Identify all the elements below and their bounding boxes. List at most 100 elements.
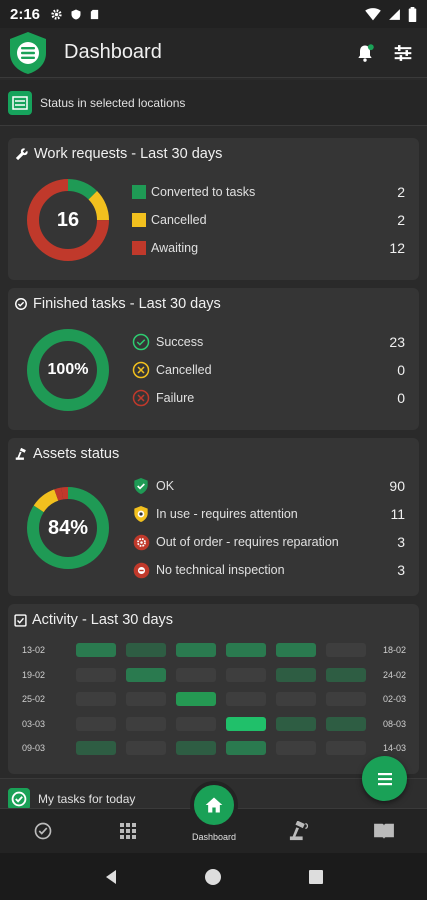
activity-row-end-label: 18-02 <box>382 645 406 656</box>
shield-status-icon <box>71 9 81 19</box>
finished-tasks-total: 100% <box>47 361 89 378</box>
machine-icon <box>15 447 26 460</box>
shield-ok-icon <box>132 477 150 495</box>
legend-swatch <box>132 213 146 227</box>
activity-card[interactable]: Activity - Last 30 days 13-02 18-02 19-02 2… <box>8 604 419 774</box>
activity-cell[interactable] <box>326 667 366 682</box>
legend-value: 3 <box>397 534 405 550</box>
activity-cell[interactable] <box>176 716 216 731</box>
finished-tasks-card[interactable]: Finished tasks - Last 30 days 100% Succe… <box>8 288 419 430</box>
activity-cell[interactable] <box>226 667 266 682</box>
legend-value: 2 <box>397 184 405 200</box>
activity-cell[interactable] <box>226 741 266 756</box>
activity-cell[interactable] <box>76 716 116 731</box>
legend-in-use: In use - requires attention 11 <box>132 500 405 528</box>
activity-cell[interactable] <box>176 643 216 658</box>
activity-row: 13-02 18-02 <box>22 638 412 663</box>
machine-nav-icon <box>289 821 308 841</box>
nav-dashboard[interactable] <box>190 781 238 829</box>
activity-cell[interactable] <box>126 741 166 756</box>
legend-label: Failure <box>156 391 195 405</box>
legend-swatch <box>132 185 146 199</box>
activity-cell[interactable] <box>226 692 266 707</box>
location-label: Status in selected locations <box>40 95 186 110</box>
activity-cell[interactable] <box>326 716 366 731</box>
home-system-icon[interactable] <box>205 868 222 885</box>
activity-title: Activity - Last 30 days <box>32 612 174 628</box>
activity-cell[interactable] <box>326 741 366 756</box>
status-time: 2:16 <box>10 5 41 23</box>
activity-cell[interactable] <box>176 692 216 707</box>
activity-cell[interactable] <box>126 692 166 707</box>
legend-label: Converted to tasks <box>151 185 256 199</box>
status-bar: 2:16 <box>0 0 427 28</box>
notifications-icon[interactable] <box>355 43 375 63</box>
signal-icon <box>389 8 400 20</box>
location-filter-icon <box>8 90 32 115</box>
nav-documents[interactable] <box>363 810 405 852</box>
legend-no-inspection: No technical inspection 3 <box>132 556 405 584</box>
menu-fab-button[interactable] <box>362 756 407 801</box>
activity-row-start-label: 13-02 <box>22 645 46 656</box>
app-logo-icon <box>10 31 46 74</box>
activity-cell[interactable] <box>126 643 166 658</box>
activity-cell[interactable] <box>176 667 216 682</box>
activity-row-start-label: 25-02 <box>22 694 46 705</box>
activity-cell[interactable] <box>76 643 116 658</box>
legend-value: 0 <box>397 362 405 378</box>
wrench-icon <box>15 147 28 160</box>
activity-row: 19-02 24-02 <box>22 663 412 688</box>
activity-cell[interactable] <box>76 667 116 682</box>
activity-cell[interactable] <box>226 716 266 731</box>
book-icon <box>374 823 395 840</box>
activity-row: 09-03 14-03 <box>22 736 412 761</box>
legend-label: Awaiting <box>151 241 199 255</box>
activity-cell[interactable] <box>326 692 366 707</box>
assets-status-total: 84% <box>47 516 89 539</box>
tasks-nav-icon <box>34 822 52 840</box>
activity-cell[interactable] <box>176 741 216 756</box>
recents-icon[interactable] <box>308 869 324 885</box>
activity-cell[interactable] <box>276 643 316 658</box>
activity-cell[interactable] <box>276 667 316 682</box>
filter-settings-icon[interactable] <box>393 43 413 63</box>
home-icon <box>205 797 223 813</box>
battery-icon <box>408 6 417 22</box>
location-selector[interactable]: Status in selected locations <box>0 80 427 126</box>
nav-apps[interactable] <box>107 810 149 852</box>
activity-heatmap: 13-02 18-02 19-02 24-02 25-02 02-03 03-03 08-03… <box>22 638 412 761</box>
my-tasks-label: My tasks for today <box>38 791 136 806</box>
work-requests-card[interactable]: Work requests - Last 30 days 16 Converte… <box>8 138 419 280</box>
legend-cancelled: Cancelled 0 <box>132 356 405 384</box>
activity-row-end-label: 08-03 <box>382 718 406 729</box>
legend-cancelled: Cancelled 2 <box>132 206 405 234</box>
activity-row: 25-02 02-03 <box>22 687 412 712</box>
sd-card-status-icon <box>90 9 99 19</box>
legend-value: 90 <box>389 478 405 494</box>
activity-cell[interactable] <box>76 741 116 756</box>
legend-label: Success <box>156 335 204 349</box>
legend-failure: Failure 0 <box>132 384 405 412</box>
legend-value: 0 <box>397 390 405 406</box>
activity-row: 03-03 08-03 <box>22 712 412 737</box>
activity-cell[interactable] <box>276 692 316 707</box>
assets-status-title: Assets status <box>33 446 120 462</box>
nav-assets[interactable] <box>278 810 320 852</box>
activity-row-start-label: 19-02 <box>22 669 46 680</box>
back-icon[interactable] <box>103 869 119 885</box>
system-navigation <box>0 853 427 900</box>
work-requests-title: Work requests - Last 30 days <box>34 146 223 162</box>
activity-cell[interactable] <box>276 741 316 756</box>
legend-converted: Converted to tasks 2 <box>132 178 405 206</box>
activity-cell[interactable] <box>326 643 366 658</box>
activity-cell[interactable] <box>276 716 316 731</box>
nav-tasks[interactable] <box>22 810 64 852</box>
activity-cell[interactable] <box>226 643 266 658</box>
legend-awaiting: Awaiting 12 <box>132 234 405 262</box>
activity-cell[interactable] <box>76 692 116 707</box>
assets-status-card[interactable]: Assets status 84% OK 90 In use - require… <box>8 438 419 596</box>
finished-tasks-title: Finished tasks - Last 30 days <box>33 296 221 312</box>
legend-value: 11 <box>390 506 405 522</box>
activity-cell[interactable] <box>126 667 166 682</box>
activity-cell[interactable] <box>126 716 166 731</box>
